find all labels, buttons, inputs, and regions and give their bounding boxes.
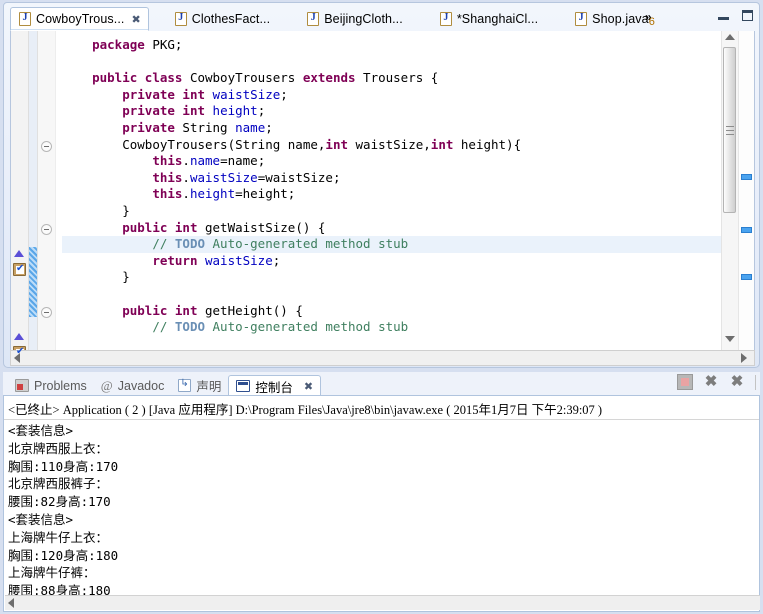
- vertical-scroll-thumb[interactable]: [723, 47, 736, 213]
- console-tab-3[interactable]: 控制台 ✖: [228, 375, 322, 396]
- fold-collapse-icon[interactable]: [41, 224, 52, 235]
- editor-tab-label: BeijingCloth...: [324, 12, 403, 26]
- folding-ruler[interactable]: [38, 31, 56, 350]
- annotation-ruler[interactable]: [11, 31, 29, 359]
- console-tab-label: 声明: [196, 380, 222, 394]
- console-tab-label: Javadoc: [117, 378, 165, 393]
- remove-all-terminated-button[interactable]: ✖: [729, 374, 745, 390]
- editor-tab-label: ClothesFact...: [191, 12, 271, 26]
- terminate-button[interactable]: [677, 374, 693, 390]
- change-ruler: [29, 31, 38, 350]
- console-body[interactable]: <已终止> Application ( 2 ) [Java 应用程序] D:\P…: [3, 395, 760, 612]
- console-toolbar: ✖ ✖: [677, 374, 756, 390]
- console-icon: [236, 380, 251, 392]
- console-tab-list: Problems @ Javadoc 声明 控制台 ✖: [3, 372, 760, 396]
- java-file-icon: [439, 12, 452, 26]
- java-file-icon: [19, 12, 31, 26]
- editor-tab-bar: CowboyTrous... ✖ ClothesFact... BeijingClot…: [4, 3, 761, 31]
- overview-marker[interactable]: [741, 174, 752, 180]
- problems-icon: [15, 379, 29, 392]
- editor-tab-2[interactable]: BeijingCloth...: [299, 7, 410, 31]
- console-horizontal-scrollbar[interactable]: [5, 595, 760, 610]
- editor-body: package PKG; public class CowboyTrousers…: [10, 31, 755, 359]
- java-file-icon: [575, 12, 588, 26]
- source-code: package PKG; public class CowboyTrousers…: [56, 31, 721, 336]
- eclipse-window: CowboyTrous... ✖ ClothesFact... BeijingClot…: [0, 0, 763, 614]
- changed-lines-marker: [29, 247, 37, 317]
- remove-launch-button[interactable]: ✖: [703, 374, 719, 390]
- editor-tab-list: CowboyTrous... ✖ ClothesFact... BeijingClot…: [10, 6, 656, 31]
- overview-marker[interactable]: [741, 274, 752, 280]
- console-tab-2[interactable]: 声明: [171, 375, 228, 396]
- console-status-line: <已终止> Application ( 2 ) [Java 应用程序] D:\P…: [4, 396, 759, 420]
- scroll-down-icon[interactable]: [725, 336, 735, 346]
- tab-overflow-count: 6: [648, 16, 655, 28]
- editor-tab-label: CowboyTrous...: [36, 12, 125, 26]
- close-icon[interactable]: ✖: [304, 380, 313, 393]
- editor-tab-0[interactable]: CowboyTrous... ✖: [10, 7, 149, 31]
- editor-tab-1[interactable]: ClothesFact...: [167, 7, 278, 31]
- scroll-up-icon[interactable]: [725, 34, 735, 44]
- editor-tab-label: *ShanghaiCl...: [456, 12, 539, 26]
- java-file-icon: [307, 12, 320, 26]
- toolbar-separator: [755, 374, 756, 390]
- override-indicator-icon: [14, 333, 25, 340]
- console-tab-label: 控制台: [255, 380, 293, 395]
- tab-overflow-indicator[interactable]: »6: [645, 10, 657, 28]
- scroll-right-icon[interactable]: [741, 353, 751, 363]
- task-todo-icon: [13, 262, 26, 276]
- console-tab-0[interactable]: Problems: [8, 375, 94, 396]
- override-indicator-icon: [14, 250, 25, 257]
- editor-window-controls: [716, 9, 755, 23]
- fold-collapse-icon[interactable]: [41, 307, 52, 318]
- javadoc-at-icon: @: [100, 377, 113, 393]
- editor-vertical-scrollbar[interactable]: [721, 31, 738, 350]
- editor-tab-4[interactable]: Shop.java: [567, 7, 656, 31]
- overview-marker[interactable]: [741, 227, 752, 233]
- editor-tab-label: Shop.java: [592, 12, 649, 26]
- console-tab-1[interactable]: @ Javadoc: [94, 375, 172, 396]
- minimize-icon[interactable]: [716, 9, 731, 23]
- editor-part: CowboyTrous... ✖ ClothesFact... BeijingClot…: [3, 2, 760, 368]
- fold-collapse-icon[interactable]: [41, 141, 52, 152]
- declaration-icon: [178, 378, 192, 392]
- close-icon[interactable]: ✖: [131, 13, 140, 26]
- overview-ruler[interactable]: [738, 31, 754, 350]
- console-tab-label: Problems: [34, 378, 87, 393]
- console-part: Problems @ Javadoc 声明 控制台 ✖ ✖ ✖ <已终止> Applica…: [3, 372, 760, 612]
- java-file-icon: [174, 12, 187, 26]
- code-text-area[interactable]: package PKG; public class CowboyTrousers…: [56, 31, 721, 350]
- maximize-icon[interactable]: [740, 9, 755, 23]
- editor-horizontal-scrollbar[interactable]: [10, 350, 755, 366]
- scroll-left-icon[interactable]: [8, 598, 18, 608]
- console-output: <套装信息> 北京牌西服上衣： 胸围:110身高:170 北京牌西服裤子： 腰围…: [8, 423, 119, 599]
- editor-tab-3[interactable]: *ShanghaiCl...: [432, 7, 545, 31]
